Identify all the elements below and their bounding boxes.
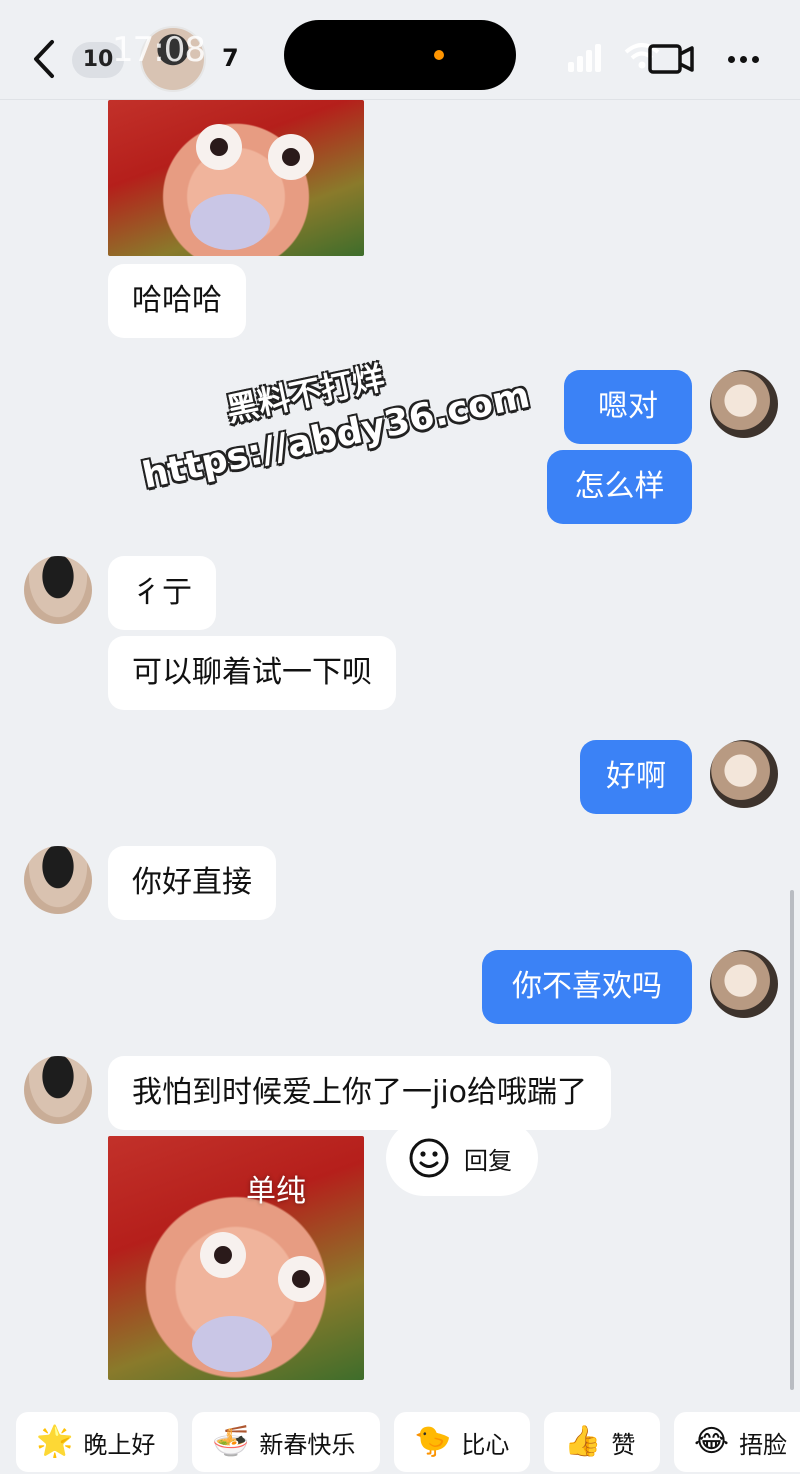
my-avatar[interactable] <box>710 370 778 438</box>
chip-label: 捂脸 <box>739 1430 788 1459</box>
status-time: 17:08 <box>112 30 206 70</box>
watermark: 黑料不打烊 https://abdy36.com <box>128 324 533 497</box>
chip-label: 晚上好 <box>83 1430 156 1459</box>
chip-label: 赞 <box>611 1430 636 1459</box>
contact-avatar[interactable] <box>24 1056 92 1124</box>
signal-icon <box>568 62 574 72</box>
message-incoming[interactable]: 哈哈哈 <box>108 264 246 338</box>
sticker-image[interactable]: 单纯 <box>108 1136 364 1380</box>
message-outgoing[interactable]: 好啊 <box>580 740 692 814</box>
thumbs-up-icon: 👍 <box>564 1424 602 1459</box>
more-icon[interactable] <box>728 48 772 72</box>
contact-avatar[interactable] <box>24 846 92 914</box>
recording-dot-icon <box>434 50 444 60</box>
reply-label: 回复 <box>464 1146 512 1175</box>
quick-reply-chip[interactable]: 🐤 比心 <box>394 1412 530 1472</box>
back-icon[interactable] <box>28 36 64 82</box>
signal-bar <box>586 50 592 72</box>
contact-avatar[interactable] <box>24 556 92 624</box>
chip-label: 比心 <box>461 1430 510 1459</box>
star-icon: 🌟 <box>36 1424 74 1459</box>
signal-bar <box>577 56 583 72</box>
noodle-icon: 🍜 <box>212 1424 250 1459</box>
signal-bar <box>595 44 601 72</box>
message-incoming[interactable]: 我怕到时候爱上你了一jio给哦踹了 <box>108 1056 612 1130</box>
quick-reply-chip[interactable]: 🌟 晚上好 <box>16 1412 178 1472</box>
sticker-caption: 单纯 <box>246 1174 306 1209</box>
chat-header: 10 17:08 7 <box>0 0 800 100</box>
my-avatar[interactable] <box>710 950 778 1018</box>
message-incoming[interactable]: 彳亍 <box>108 556 216 630</box>
chip-label: 新春快乐 <box>259 1430 356 1459</box>
message-outgoing[interactable]: 你不喜欢吗 <box>482 950 692 1024</box>
quick-reply-bar: 🌟 晚上好 🍜 新春快乐 🐤 比心 👍 赞 😂 捂脸 <box>0 1400 800 1474</box>
dynamic-island <box>284 20 516 90</box>
my-avatar[interactable] <box>710 740 778 808</box>
reply-button[interactable]: 回复 <box>386 1120 538 1196</box>
message-incoming[interactable]: 你好直接 <box>108 846 276 920</box>
sticker-image[interactable] <box>108 100 364 256</box>
message-outgoing[interactable]: 嗯对 <box>564 370 692 444</box>
contact-name[interactable]: 7 <box>222 44 239 72</box>
scrollbar[interactable] <box>790 890 794 1390</box>
video-call-icon[interactable] <box>648 40 694 76</box>
quick-reply-chip[interactable]: 👍 赞 <box>544 1412 660 1472</box>
quick-reply-chip[interactable]: 🍜 新春快乐 <box>192 1412 380 1472</box>
quick-reply-chip[interactable]: 😂 捂脸 <box>674 1412 800 1472</box>
chat-message-list[interactable]: 哈哈哈 嗯对 怎么样 彳亍 可以聊着试一下呗 好啊 你好直接 你不喜欢吗 我怕到… <box>0 100 800 1400</box>
message-incoming[interactable]: 可以聊着试一下呗 <box>108 636 396 710</box>
message-outgoing[interactable]: 怎么样 <box>547 450 692 524</box>
chick-icon: 🐤 <box>414 1424 452 1459</box>
laughing-face-icon: 😂 <box>694 1424 730 1459</box>
smiley-icon <box>409 1138 449 1178</box>
